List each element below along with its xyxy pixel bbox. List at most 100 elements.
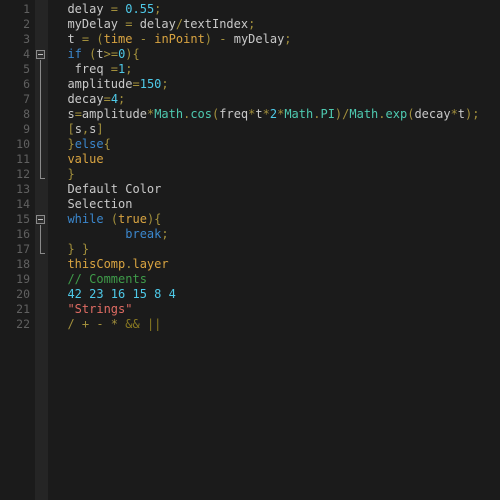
fold-toggle-icon[interactable] bbox=[36, 215, 45, 224]
token-comment: // Comments bbox=[53, 272, 147, 286]
token-plain: delay bbox=[53, 2, 111, 16]
token-plain: amplitude bbox=[81, 107, 147, 121]
token-plain: textIndex bbox=[183, 17, 249, 31]
token-op: { bbox=[103, 137, 111, 151]
code-line[interactable]: } bbox=[53, 167, 500, 182]
token-op: ; bbox=[284, 32, 292, 46]
token-builtin: inPoint bbox=[154, 32, 205, 46]
line-number: 14 bbox=[16, 197, 30, 211]
token-op: ){ bbox=[125, 47, 140, 61]
line-number: 21 bbox=[16, 302, 30, 316]
line-number: 3 bbox=[23, 32, 30, 46]
code-line[interactable]: t = (time - inPoint) - myDelay; bbox=[53, 32, 500, 47]
token-class: cos bbox=[190, 107, 213, 121]
code-line[interactable]: decay=4; bbox=[53, 92, 500, 107]
token-plain: myDelay bbox=[53, 17, 126, 31]
token-op: >= bbox=[103, 47, 119, 61]
line-number: 2 bbox=[23, 17, 30, 31]
token-plain: t bbox=[96, 47, 104, 61]
fold-gutter-cell bbox=[35, 17, 48, 32]
fold-gutter-cell bbox=[35, 122, 48, 137]
code-line[interactable]: value bbox=[53, 152, 500, 167]
fold-gutter-cell bbox=[35, 257, 48, 272]
code-line[interactable]: myDelay = delay/textIndex; bbox=[53, 17, 500, 32]
code-line[interactable]: amplitude=150; bbox=[53, 77, 500, 92]
fold-range-line bbox=[40, 225, 41, 253]
code-text-area[interactable]: delay = 0.55; myDelay = delay/textIndex;… bbox=[48, 0, 500, 500]
line-number: 1 bbox=[23, 2, 30, 16]
code-line[interactable]: } } bbox=[53, 242, 500, 257]
token-plain: t bbox=[457, 107, 466, 121]
code-line[interactable]: thisComp.layer bbox=[53, 257, 500, 272]
code-line[interactable]: freq =1; bbox=[53, 62, 500, 77]
fold-range-end-marker bbox=[40, 253, 45, 254]
fold-gutter-cell bbox=[35, 107, 48, 122]
code-folding-gutter[interactable] bbox=[35, 0, 48, 500]
code-editor[interactable]: 1 2 3 4 5 6 7 8 9 10 11 12 13 14 15 16 17 18 19 20 21 22 dela… bbox=[0, 0, 500, 500]
code-line[interactable]: / + - * && || bbox=[53, 317, 500, 332]
token-class: PI bbox=[320, 107, 335, 121]
code-line[interactable]: // Comments bbox=[53, 272, 500, 287]
line-number: 15 bbox=[16, 212, 30, 226]
line-number: 9 bbox=[23, 122, 30, 136]
fold-gutter-cell bbox=[35, 77, 48, 92]
code-line[interactable]: if (t>=0){ bbox=[53, 47, 500, 62]
token-plain: delay bbox=[132, 17, 176, 31]
fold-gutter-cell bbox=[35, 227, 48, 242]
code-line[interactable]: "Strings" bbox=[53, 302, 500, 317]
token-plain: Default Color bbox=[53, 182, 162, 196]
code-line[interactable]: }else{ bbox=[53, 137, 500, 152]
token-op: = bbox=[110, 2, 119, 16]
token-op: . bbox=[378, 107, 386, 121]
line-number: 18 bbox=[16, 257, 30, 271]
fold-gutter-cell bbox=[35, 137, 48, 152]
fold-range-end-marker bbox=[40, 178, 45, 179]
token-op: / bbox=[175, 17, 184, 31]
token-builtin: layer bbox=[132, 257, 169, 271]
code-line[interactable]: 42 23 16 15 8 4 bbox=[53, 287, 500, 302]
token-op: ( bbox=[96, 32, 104, 46]
fold-gutter-cell bbox=[35, 167, 48, 182]
token-plain: freq bbox=[53, 62, 111, 76]
line-number: 20 bbox=[16, 287, 30, 301]
token-plain: s bbox=[74, 122, 82, 136]
token-class: Math bbox=[284, 107, 314, 121]
token-plain: decay bbox=[53, 92, 104, 106]
token-op: ] bbox=[96, 122, 104, 136]
line-number-gutter: 1 2 3 4 5 6 7 8 9 10 11 12 13 14 15 16 17 18 19 20 21 22 bbox=[0, 0, 35, 500]
token-op: * bbox=[450, 107, 458, 121]
code-line[interactable]: break; bbox=[53, 227, 500, 242]
code-line[interactable]: s=amplitude*Math.cos(freq*t*2*Math.PI)/M… bbox=[53, 107, 500, 122]
code-line[interactable]: Selection bbox=[53, 197, 500, 212]
token-op: / + - * bbox=[53, 317, 119, 331]
fold-toggle-icon[interactable] bbox=[36, 50, 45, 59]
token-number: 150 bbox=[139, 77, 162, 91]
token-builtin: value bbox=[53, 152, 104, 166]
line-number: 6 bbox=[23, 77, 30, 91]
code-line[interactable]: Default Color bbox=[53, 182, 500, 197]
code-line[interactable]: delay = 0.55; bbox=[53, 2, 500, 17]
token-op: } bbox=[67, 242, 75, 256]
token-op: [ bbox=[67, 122, 75, 136]
fold-gutter-cell bbox=[35, 272, 48, 287]
code-line[interactable]: [s,s] bbox=[53, 122, 500, 137]
token-op: ; bbox=[154, 2, 162, 16]
fold-range-line bbox=[40, 60, 41, 178]
token-class: exp bbox=[385, 107, 408, 121]
token-plain: s bbox=[53, 107, 75, 121]
token-plain: myDelay bbox=[226, 32, 285, 46]
token-op: } bbox=[67, 137, 75, 151]
token-logic: && bbox=[125, 317, 140, 331]
token-op: * bbox=[262, 107, 270, 121]
token-plain: amplitude bbox=[53, 77, 133, 91]
token-string: "Strings" bbox=[53, 302, 133, 316]
code-line[interactable]: while (true){ bbox=[53, 212, 500, 227]
token-builtin: thisComp bbox=[53, 257, 126, 271]
